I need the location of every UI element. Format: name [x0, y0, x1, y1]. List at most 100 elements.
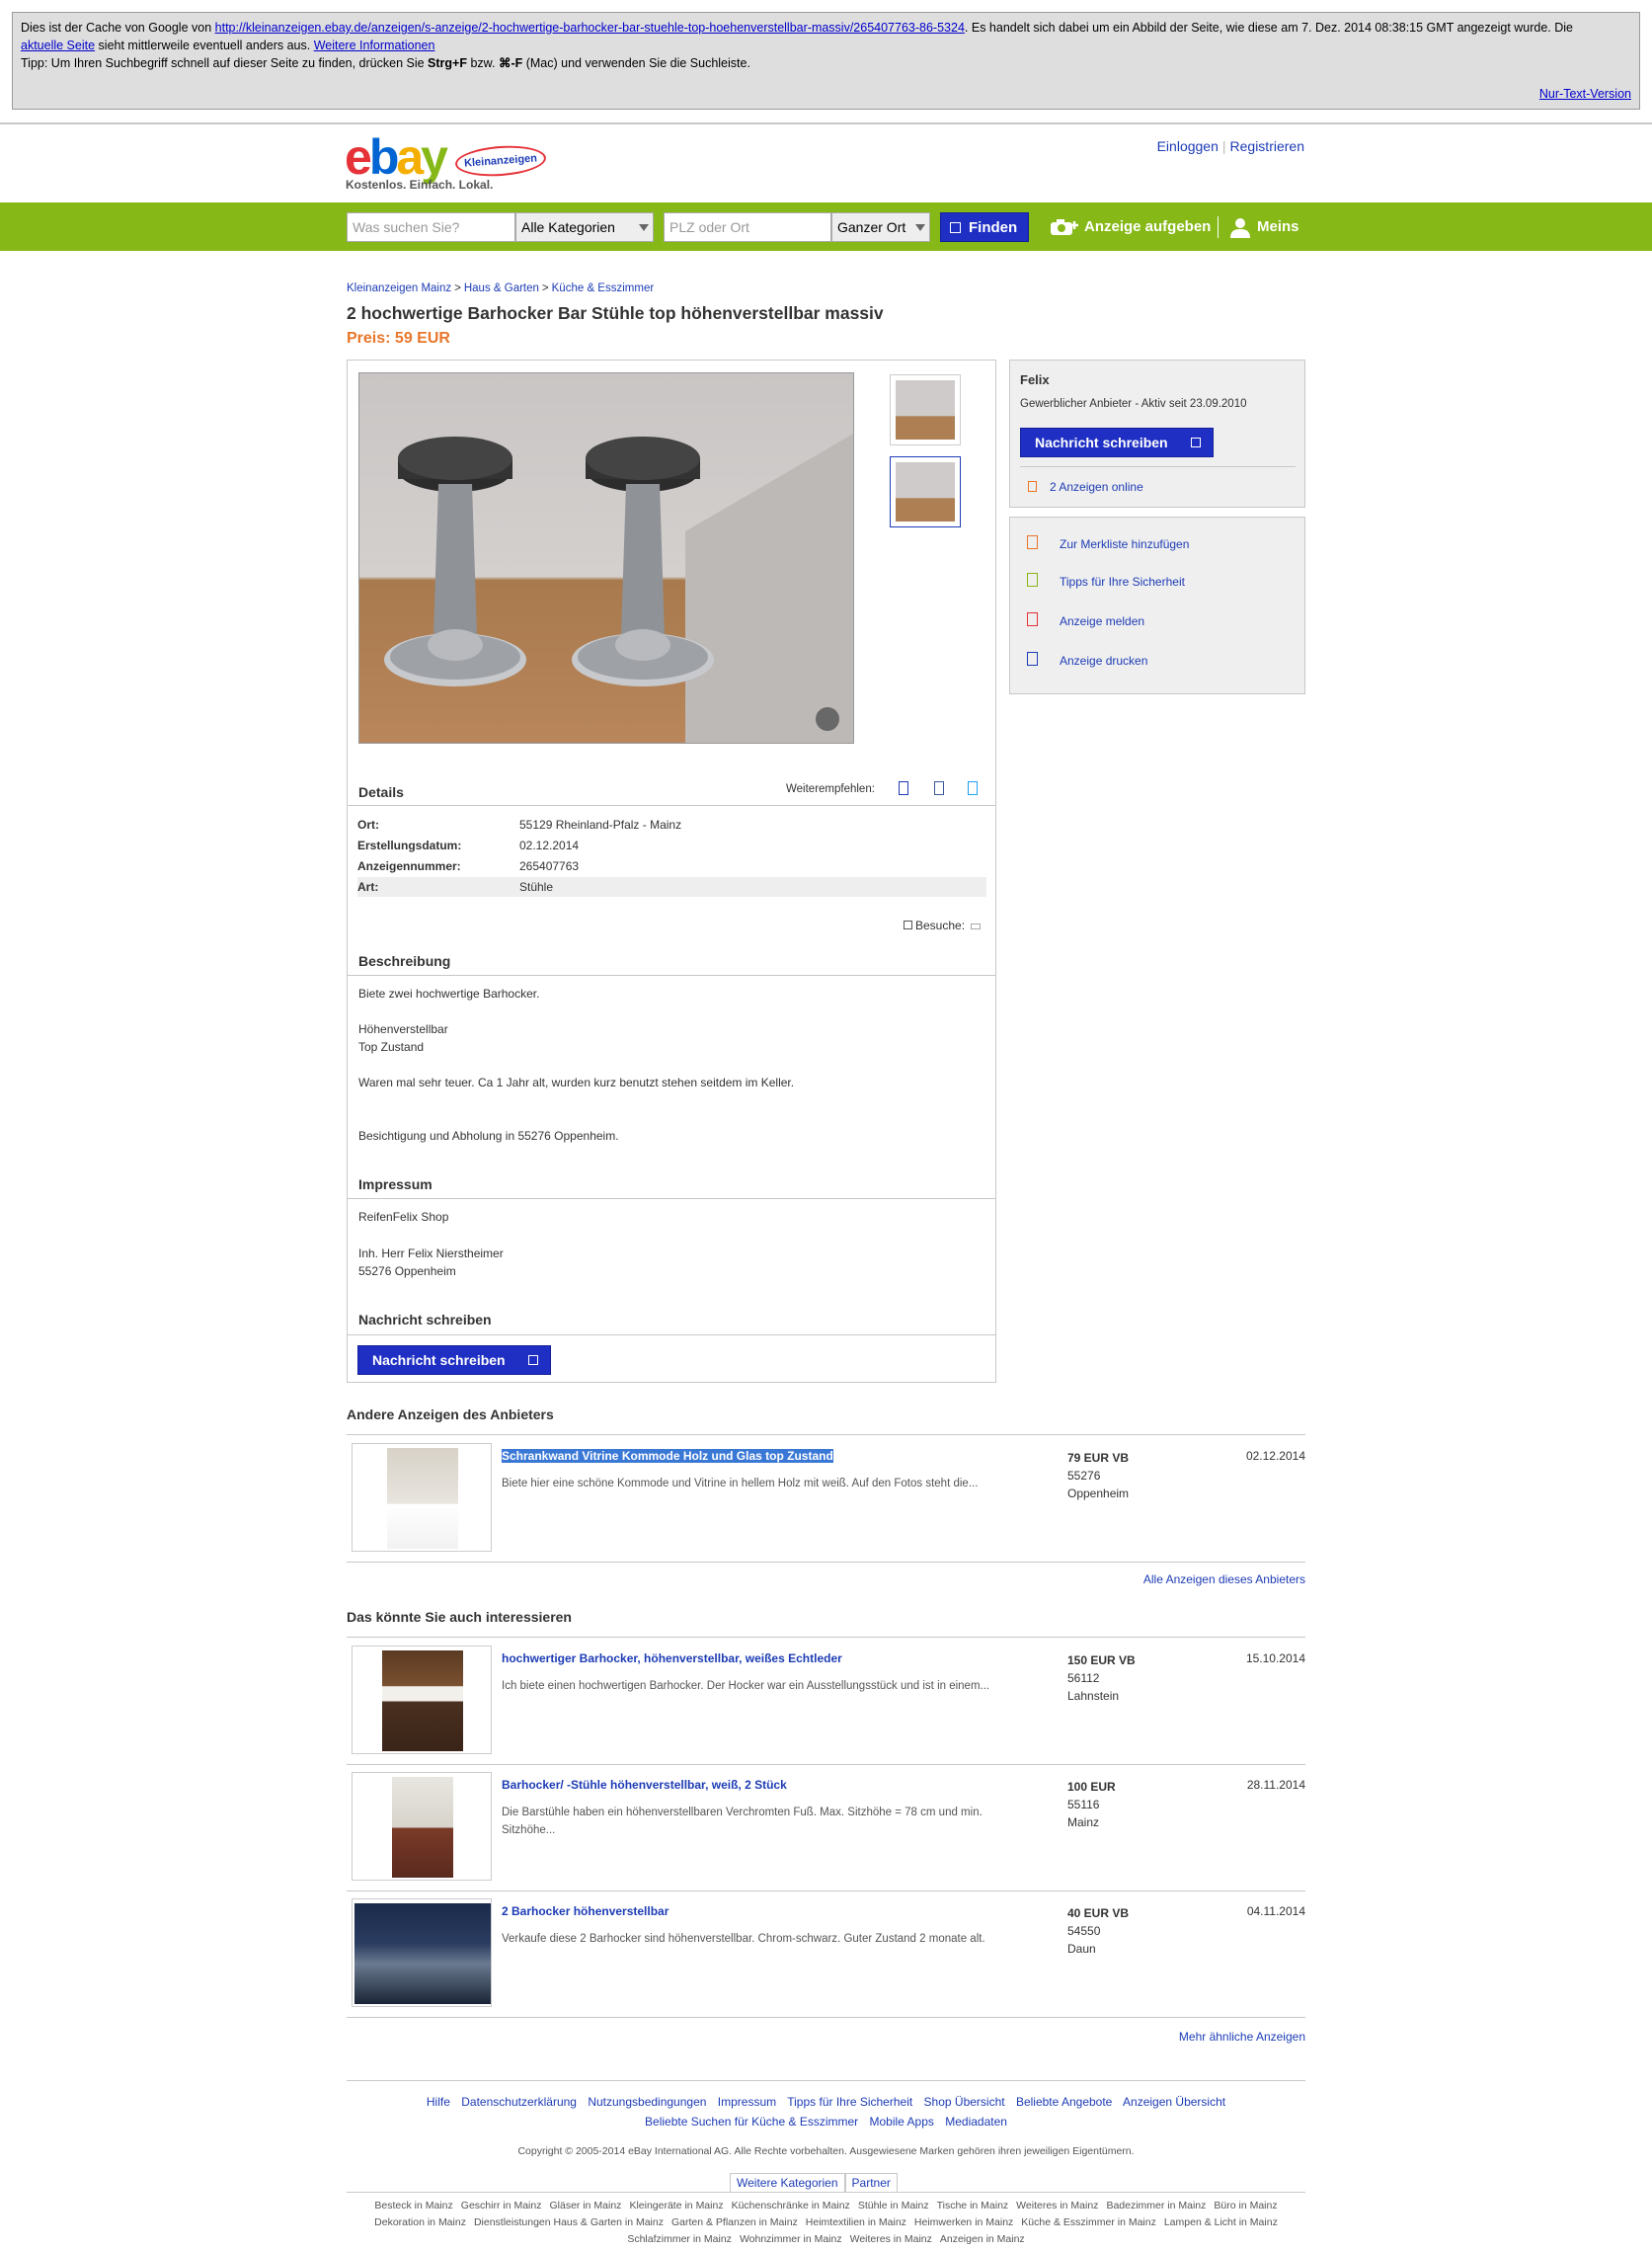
facebook-share-icon[interactable] — [934, 781, 944, 795]
radius-select[interactable]: Ganzer Ort — [831, 212, 930, 242]
footer-category[interactable]: Dekoration in Mainz — [374, 2216, 466, 2228]
tab-weitere-kategorien[interactable]: Weitere Kategorien — [730, 2173, 845, 2192]
item-thumbnail[interactable] — [352, 1772, 492, 1881]
footer-category[interactable]: Weiteres in Mainz — [850, 2233, 932, 2245]
seller-ads-link[interactable]: 2 Anzeigen online — [1050, 480, 1143, 494]
footer-category[interactable]: Gläser in Mainz — [549, 2200, 621, 2211]
footer-category[interactable]: Besteck in Mainz — [374, 2200, 452, 2211]
main-photo[interactable] — [358, 372, 854, 744]
related-heading: Das könnte Sie auch interessieren — [347, 1609, 572, 1625]
breadcrumb-link[interactable]: Küche & Esszimmer — [552, 282, 655, 294]
detail-value: 02.12.2014 — [519, 839, 580, 852]
footer-link[interactable]: Impressum — [718, 2095, 776, 2109]
footer-category[interactable]: Lampen & Licht in Mainz — [1164, 2216, 1278, 2228]
tab-partner[interactable]: Partner — [844, 2173, 898, 2192]
item-date: 02.12.2014 — [1245, 1449, 1305, 1463]
footer-category[interactable]: Schlafzimmer in Mainz — [627, 2233, 732, 2245]
item-thumbnail[interactable] — [352, 1646, 492, 1754]
more-similar-ads-link[interactable]: Mehr ähnliche Anzeigen — [1179, 2030, 1305, 2044]
divider — [347, 2192, 1305, 2193]
zoom-icon[interactable] — [816, 707, 839, 731]
list-item[interactable]: Schrankwand Vitrine Kommode Holz und Gla… — [347, 1435, 1305, 1562]
footer-category[interactable]: Geschirr in Mainz — [461, 2200, 542, 2211]
post-ad-button[interactable]: Anzeige aufgeben — [1049, 212, 1211, 242]
report-ad-link[interactable]: Anzeige melden — [1060, 614, 1144, 628]
footer-link[interactable]: Hilfe — [427, 2095, 450, 2109]
divider — [1020, 466, 1296, 467]
footer-link[interactable]: Mobile Apps — [870, 2115, 934, 2129]
footer-category-row-2: Dekoration in Mainz Dienstleistungen Haus… — [347, 2213, 1305, 2231]
meins-link[interactable]: Meins — [1227, 212, 1299, 242]
footer-link[interactable]: Nutzungsbedingungen — [588, 2095, 706, 2109]
list-icon — [1028, 481, 1037, 492]
detail-key: Ort: — [357, 818, 379, 832]
text-only-link[interactable]: Nur-Text-Version — [1539, 85, 1631, 103]
item-thumbnail[interactable] — [352, 1443, 492, 1552]
footer-category[interactable]: Stühle in Mainz — [858, 2200, 929, 2211]
footer-category[interactable]: Küchenschränke in Mainz — [732, 2200, 850, 2211]
footer-link[interactable]: Datenschutzerklärung — [461, 2095, 577, 2109]
seller-message-button[interactable]: Nachricht schreiben — [1020, 428, 1214, 457]
footer-link[interactable]: Mediadaten — [945, 2115, 1007, 2129]
all-seller-ads-link[interactable]: Alle Anzeigen dieses Anbieters — [1143, 1572, 1305, 1586]
breadcrumb-link[interactable]: Kleinanzeigen Mainz — [347, 282, 451, 294]
more-info-link[interactable]: Weitere Informationen — [314, 39, 435, 52]
footer-category[interactable]: Küche & Esszimmer in Mainz — [1021, 2216, 1156, 2228]
login-link[interactable]: Einloggen — [1157, 138, 1219, 154]
item-title-link[interactable]: Barhocker/ -Stühle höhenverstellbar, wei… — [502, 1778, 787, 1792]
list-item[interactable]: Barhocker/ -Stühle höhenverstellbar, wei… — [347, 1764, 1305, 1890]
footer-category[interactable]: Badezimmer in Mainz — [1106, 2200, 1206, 2211]
footer-category[interactable]: Wohnzimmer in Mainz — [740, 2233, 842, 2245]
thumbnail-1[interactable] — [890, 374, 961, 445]
footer-link[interactable]: Beliebte Angebote — [1016, 2095, 1112, 2109]
ebay-kleinanzeigen-logo[interactable]: ebay Kleinanzeigen Kostenlos. Einfach. L… — [345, 128, 552, 194]
detail-value: 265407763 — [519, 859, 580, 873]
slogan: Kostenlos. Einfach. Lokal. — [346, 178, 494, 192]
footer-category[interactable]: Weiteres in Mainz — [1016, 2200, 1098, 2211]
list-item[interactable]: hochwertiger Barhocker, höhenverstellbar… — [347, 1638, 1305, 1764]
item-title-link[interactable]: 2 Barhocker höhenverstellbar — [502, 1904, 669, 1918]
footer-category[interactable]: Heimtextilien in Mainz — [806, 2216, 906, 2228]
footer-category[interactable]: Garten & Pflanzen in Mainz — [671, 2216, 798, 2228]
category-select[interactable]: Alle Kategorien — [515, 212, 654, 242]
item-title-link[interactable]: hochwertiger Barhocker, höhenverstellbar… — [502, 1651, 842, 1665]
find-button[interactable]: Finden — [940, 212, 1029, 242]
footer-link[interactable]: Beliebte Suchen für Küche & Esszimmer — [645, 2115, 858, 2129]
footer-link[interactable]: Anzeigen Übersicht — [1123, 2095, 1225, 2109]
search-input[interactable]: Was suchen Sie? — [347, 212, 515, 242]
footer-category[interactable]: Heimwerken in Mainz — [914, 2216, 1013, 2228]
chart-icon — [904, 921, 912, 929]
category-link[interactable]: Stühle — [519, 877, 553, 897]
breadcrumb-link[interactable]: Haus & Garten — [464, 282, 539, 294]
cache-url-link[interactable]: http://kleinanzeigen.ebay.de/anzeigen/s-… — [215, 21, 965, 35]
item-city: Mainz — [1067, 1815, 1100, 1829]
watchlist-link[interactable]: Zur Merkliste hinzufügen — [1060, 537, 1189, 551]
twitter-share-icon[interactable] — [968, 781, 978, 795]
footer-category[interactable]: Anzeigen in Mainz — [940, 2233, 1025, 2245]
footer-tabs: Weitere Kategorien Partner — [730, 2173, 898, 2192]
print-ad-link[interactable]: Anzeige drucken — [1060, 654, 1147, 668]
thumbnail-2[interactable] — [890, 456, 961, 527]
footer-category[interactable]: Büro in Mainz — [1214, 2200, 1277, 2211]
footer-link[interactable]: Tipps für Ihre Sicherheit — [787, 2095, 912, 2109]
list-item[interactable]: 2 Barhocker höhenverstellbar Verkaufe di… — [347, 1890, 1305, 2017]
register-link[interactable]: Registrieren — [1230, 138, 1304, 154]
flag-icon — [1027, 612, 1038, 626]
footer-category[interactable]: Tische in Mainz — [937, 2200, 1009, 2211]
footer-link[interactable]: Shop Übersicht — [924, 2095, 1005, 2109]
footer-category[interactable]: Kleingeräte in Mainz — [629, 2200, 723, 2211]
cache-text: . Es handelt sich dabei um ein Abbild de… — [964, 21, 1574, 35]
item-image — [382, 1650, 463, 1751]
safety-tips-link[interactable]: Tipps für Ihre Sicherheit — [1060, 575, 1185, 589]
item-description: Die Barstühle haben ein höhenverstellbar… — [502, 1807, 983, 1836]
item-title-link[interactable]: Schrankwand Vitrine Kommode Holz und Gla… — [502, 1449, 833, 1463]
write-message-button[interactable]: Nachricht schreiben — [357, 1345, 551, 1375]
item-thumbnail[interactable] — [352, 1898, 492, 2007]
current-page-link[interactable]: aktuelle Seite — [21, 39, 95, 52]
email-share-icon[interactable] — [899, 781, 908, 795]
footer-category[interactable]: Dienstleistungen Haus & Garten in Mainz — [474, 2216, 664, 2228]
post-ad-label: Anzeige aufgeben — [1084, 218, 1212, 235]
location-input[interactable]: PLZ oder Ort — [664, 212, 831, 242]
detail-key: Anzeigennummer: — [357, 859, 461, 873]
search-bar: Was suchen Sie? Alle Kategorien PLZ oder… — [0, 202, 1652, 251]
